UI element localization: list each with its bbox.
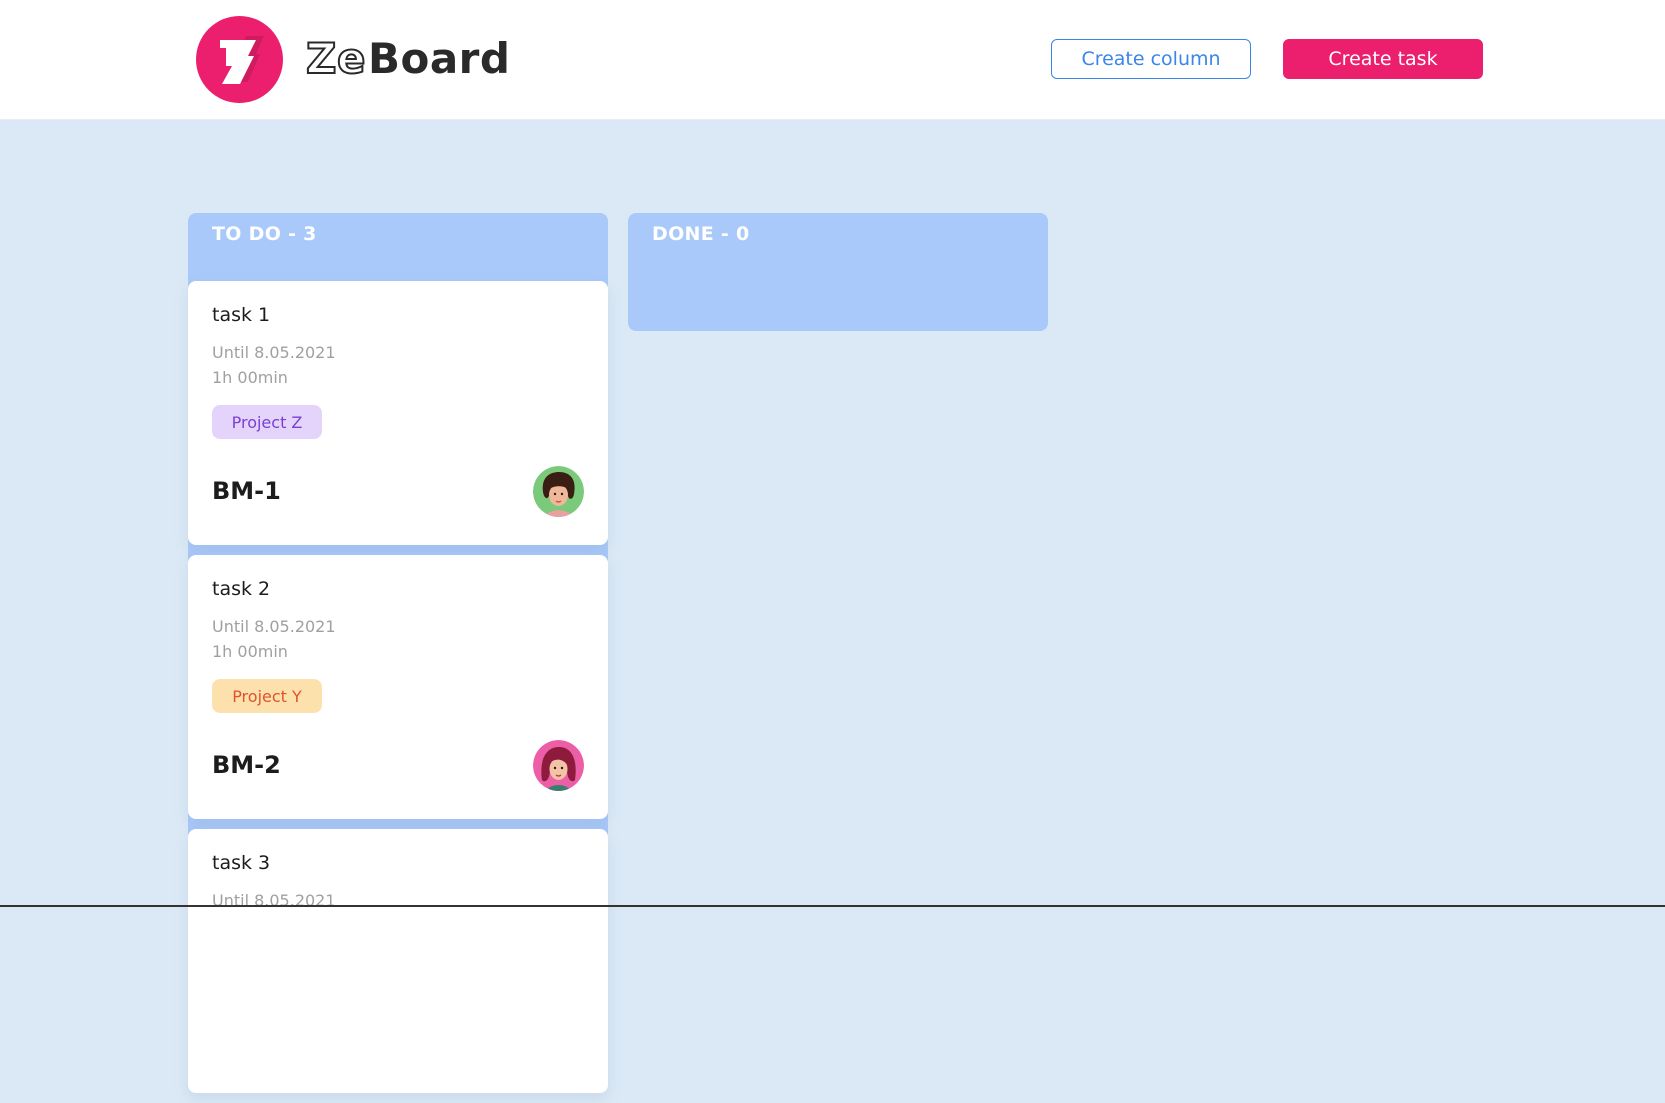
brand-prefix: Ze [305,33,366,84]
app-header: Ze Board Create column Create task [0,0,1665,120]
task-due-date: Until 8.05.2021 [212,343,336,362]
create-task-button[interactable]: Create task [1283,39,1483,79]
column-done: DONE - 0 [628,213,1048,331]
task-card[interactable]: task 2 Until 8.05.2021 1h 00min Project … [188,555,608,819]
task-card[interactable]: task 3 Until 8.05.2021 [188,829,608,1093]
task-id: BM-2 [212,751,281,779]
create-column-button[interactable]: Create column [1051,39,1251,79]
task-title: task 3 [212,852,271,874]
task-title: task 1 [212,304,271,326]
column-title: TO DO - 3 [212,223,317,245]
todo-card-list: task 1 Until 8.05.2021 1h 00min Project … [188,281,608,1103]
brand-name[interactable]: Ze Board [305,30,511,86]
column-title: DONE - 0 [652,223,750,245]
woman-avatar-icon [533,740,584,791]
task-due-date: Until 8.05.2021 [212,891,336,910]
task-due-date: Until 8.05.2021 [212,617,336,636]
task-duration: 1h 00min [212,642,288,661]
task-title: task 2 [212,578,271,600]
task-id: BM-1 [212,477,281,505]
task-card[interactable]: task 1 Until 8.05.2021 1h 00min Project … [188,281,608,545]
woman-avatar-icon [533,466,584,517]
task-duration: 1h 00min [212,368,288,387]
zeboard-logo-icon[interactable] [196,16,283,103]
project-tag: Project Z [212,405,322,439]
project-tag: Project Y [212,679,322,713]
brand-suffix: Board [367,33,511,83]
